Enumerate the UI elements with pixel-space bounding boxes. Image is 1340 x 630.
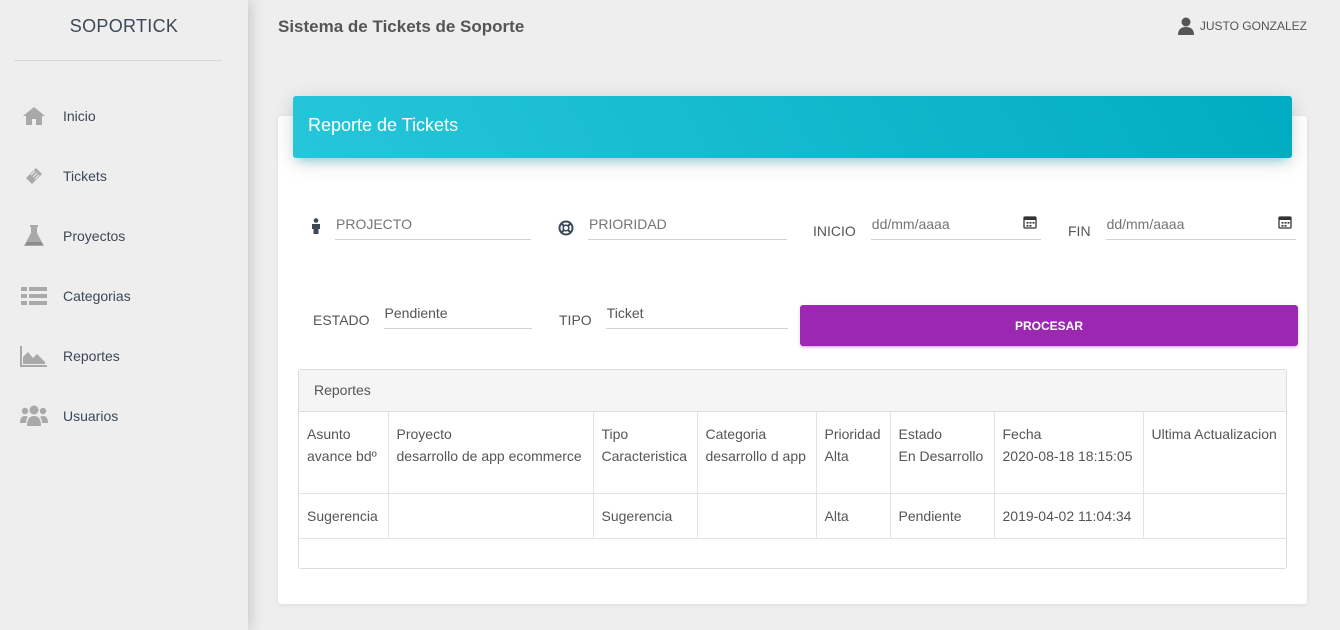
table-cell: Prioridad Alta — [816, 412, 891, 494]
table-cell — [388, 493, 594, 539]
sidebar-item-label: Proyectos — [63, 228, 126, 244]
user-menu[interactable]: JUSTO GONZALEZ — [1177, 17, 1307, 35]
table-cell: Sugerencia — [593, 493, 698, 539]
inicio-date-input[interactable] — [870, 214, 1041, 240]
fin-date-wrap — [1105, 214, 1296, 240]
table-cell: Fecha 2020-08-18 18:15:05 — [994, 412, 1144, 494]
flask-icon — [20, 224, 48, 248]
sidebar-nav: Inicio Tickets Proyectos Categorias Repo… — [0, 86, 248, 446]
table-cell: Tipo Caracteristica — [593, 412, 698, 494]
table-cell: 2019-04-02 11:04:34 — [994, 493, 1144, 539]
estado-input[interactable] — [383, 303, 532, 329]
life-ring-icon — [558, 220, 574, 240]
sidebar-item-label: Inicio — [63, 108, 96, 124]
tipo-input[interactable] — [605, 303, 788, 329]
sidebar: SOPORTICK Inicio Tickets Proyectos Categ… — [0, 0, 248, 630]
inicio-label: INICIO — [813, 223, 856, 239]
ticket-icon — [20, 164, 48, 188]
inicio-field: INICIO — [813, 214, 1041, 240]
user-icon — [1177, 17, 1194, 35]
proyecto-input[interactable] — [335, 214, 531, 240]
person-icon — [311, 218, 321, 240]
card-title: Reporte de Tickets — [308, 115, 459, 135]
fin-field: FIN — [1068, 214, 1296, 240]
sidebar-item-label: Categorias — [63, 288, 131, 304]
table-cell — [697, 493, 817, 539]
procesar-button[interactable]: PROCESAR — [800, 305, 1298, 346]
sidebar-item-reportes[interactable]: Reportes — [0, 326, 248, 386]
area-chart-icon — [20, 344, 48, 368]
report-panel: Reportes Asunto avance bdº Proyecto desarr… — [298, 369, 1287, 569]
estado-label: ESTADO — [313, 312, 370, 328]
fin-date-input[interactable] — [1105, 214, 1296, 240]
brand-logo[interactable]: SOPORTICK — [14, 0, 222, 61]
sidebar-item-inicio[interactable]: Inicio — [0, 86, 248, 146]
sidebar-item-label: Tickets — [63, 168, 107, 184]
card-header: Reporte de Tickets — [293, 96, 1292, 158]
report-table: Asunto avance bdº Proyecto desarrollo de a… — [299, 412, 1286, 539]
list-icon — [20, 284, 48, 308]
prioridad-field — [558, 214, 787, 240]
page-title: Sistema de Tickets de Soporte — [278, 17, 525, 36]
user-name: JUSTO GONZALEZ — [1199, 19, 1307, 33]
inicio-date-wrap — [870, 214, 1041, 240]
tipo-label: TIPO — [559, 312, 592, 328]
prioridad-input[interactable] — [588, 214, 787, 240]
users-icon — [20, 404, 48, 428]
proyecto-field — [311, 214, 531, 240]
sidebar-item-proyectos[interactable]: Proyectos — [0, 206, 248, 266]
table-cell — [1143, 493, 1286, 539]
sidebar-item-categorias[interactable]: Categorias — [0, 266, 248, 326]
table-cell: Estado En Desarrollo — [890, 412, 995, 494]
table-cell: Categoria desarrollo d app — [697, 412, 817, 494]
sidebar-item-tickets[interactable]: Tickets — [0, 146, 248, 206]
table-cell: Proyecto desarrollo de app ecommerce — [388, 412, 594, 494]
calendar-icon[interactable] — [1023, 215, 1037, 234]
home-icon — [20, 104, 48, 128]
table-cell: Ultima Actualizacion — [1143, 412, 1286, 494]
table-cell: Alta — [816, 493, 891, 539]
estado-field: ESTADO — [313, 303, 532, 329]
table-cell: Asunto avance bdº — [299, 412, 389, 494]
calendar-icon[interactable] — [1277, 215, 1292, 234]
table-row: Sugerencia Sugerencia Alta Pendiente 201… — [299, 493, 1286, 539]
sidebar-item-label: Usuarios — [63, 408, 119, 424]
tipo-field: TIPO — [559, 303, 788, 329]
table-cell: Sugerencia — [299, 493, 389, 539]
table-cell: Pendiente — [890, 493, 995, 539]
fin-label: FIN — [1068, 223, 1091, 239]
table-row: Asunto avance bdº Proyecto desarrollo de a… — [299, 412, 1286, 494]
report-panel-title: Reportes — [299, 370, 1286, 412]
sidebar-item-label: Reportes — [63, 348, 120, 364]
sidebar-item-usuarios[interactable]: Usuarios — [0, 386, 248, 446]
